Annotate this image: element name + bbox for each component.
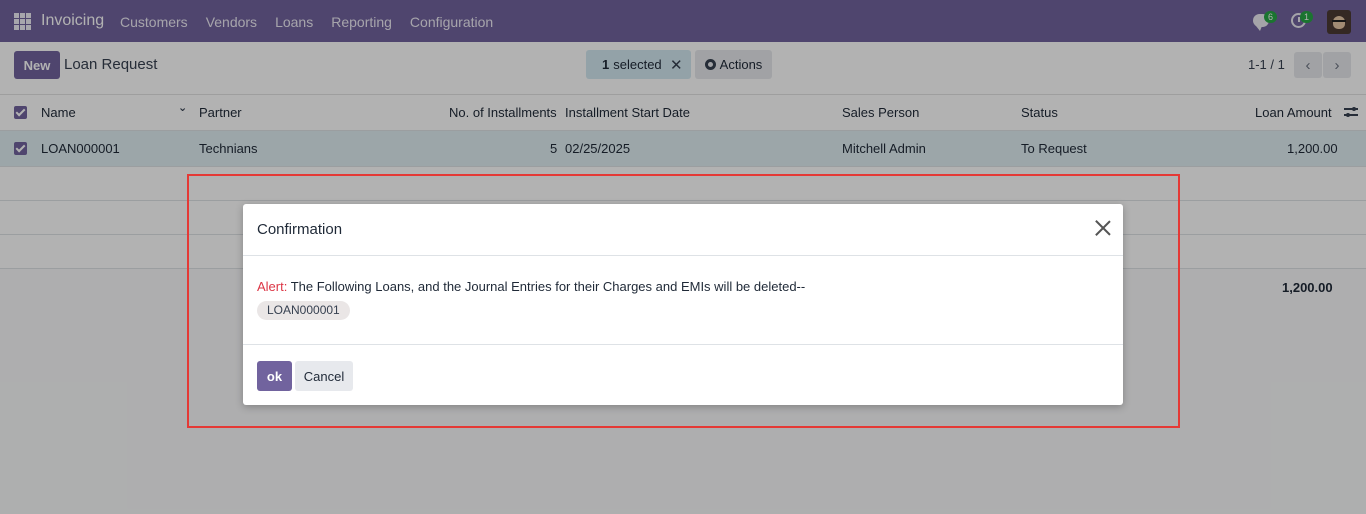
loan-tag: LOAN000001 [257,301,350,320]
confirmation-dialog: Confirmation Alert: The Following Loans,… [243,204,1123,405]
alert-label: Alert: [257,279,288,294]
cancel-button[interactable]: Cancel [295,361,353,391]
dialog-footer: ok Cancel [243,345,1123,405]
alert-message: Alert: The Following Loans, and the Jour… [257,279,805,294]
dialog-body: Alert: The Following Loans, and the Jour… [243,256,1123,345]
close-icon[interactable] [1094,219,1112,237]
ok-button[interactable]: ok [257,361,292,391]
alert-text: The Following Loans, and the Journal Ent… [287,279,806,294]
dialog-header: Confirmation [243,204,1123,256]
dialog-title: Confirmation [257,221,343,238]
